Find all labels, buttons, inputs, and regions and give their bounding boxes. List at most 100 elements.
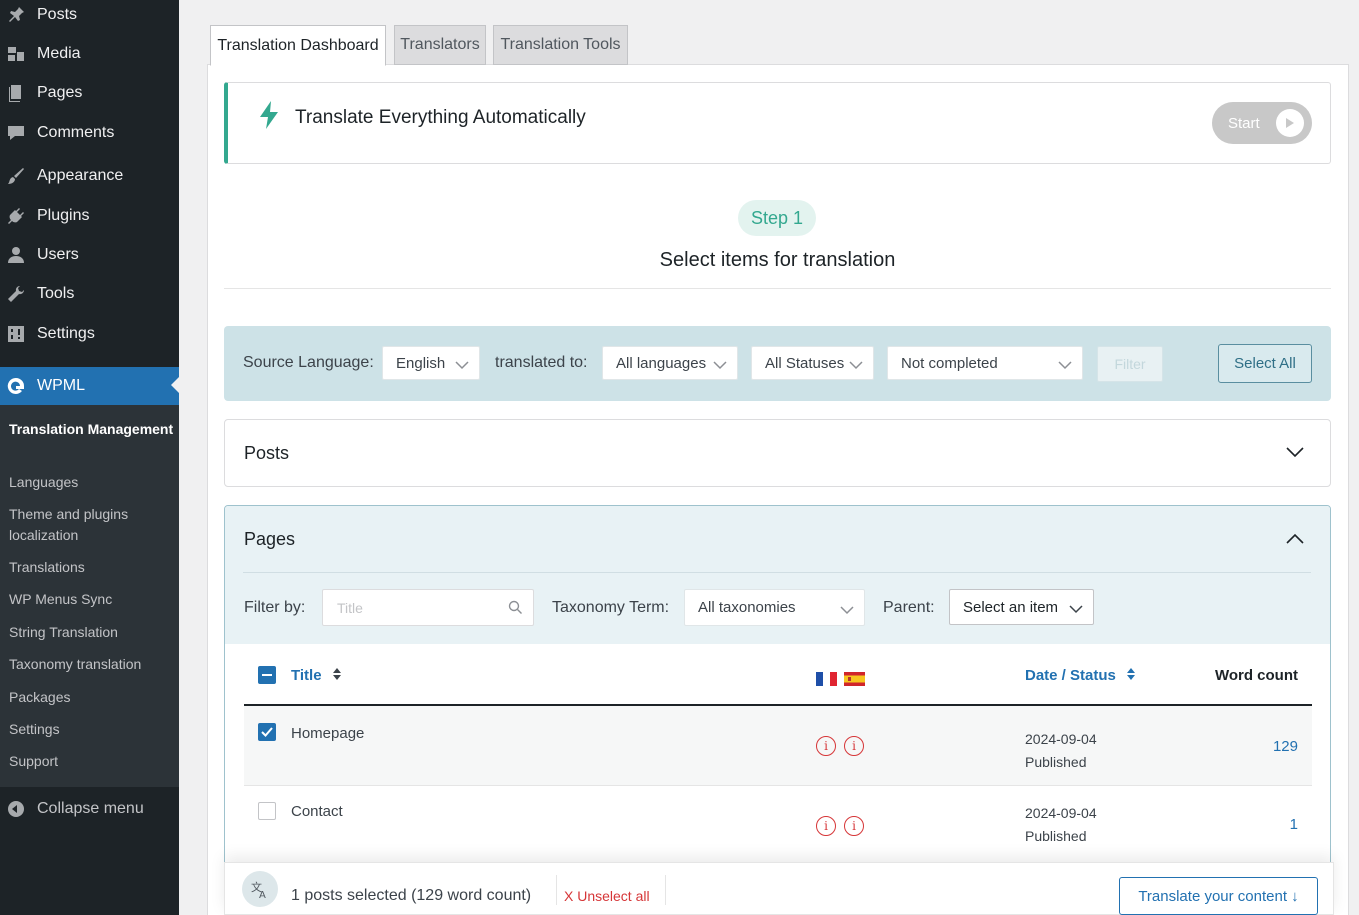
parent-value: Select an item (963, 598, 1059, 616)
table-row[interactable]: Contact i i 2024-09-04 Published 1 (244, 786, 1312, 866)
wpml-icon (6, 376, 26, 396)
row-date-status: 2024-09-04 Published (1025, 802, 1097, 848)
completion-value: Not completed (901, 354, 998, 372)
row-checkbox-checked[interactable] (258, 723, 276, 741)
title-placeholder: Title (337, 599, 363, 616)
row-status: Published (1025, 828, 1087, 844)
menu-item-posts[interactable]: Posts (0, 0, 179, 33)
filter-by-label: Filter by: (244, 599, 306, 616)
menu-item-wpml[interactable]: WPML (0, 367, 179, 405)
submenu-taxonomy-translation[interactable]: Taxonomy translation (9, 654, 174, 675)
row-word-count[interactable]: 129 (1273, 738, 1298, 755)
pages-section-header: Pages Filter by: Title Taxonomy Term: Al… (225, 506, 1330, 644)
sort-icon (332, 667, 342, 685)
submenu-packages[interactable]: Packages (9, 687, 174, 708)
row-status: Published (1025, 754, 1087, 770)
submenu-translation-management[interactable]: Translation Management (9, 419, 174, 440)
admin-sidebar: Posts Media Pages Comments Appearance Pl… (0, 0, 179, 915)
status-select[interactable]: All Statuses (751, 346, 874, 380)
wpml-submenu: Translation Management Languages Theme a… (0, 405, 179, 787)
selection-bottom-bar: 文A 1 posts selected (129 word count) X U… (224, 862, 1334, 915)
completion-select[interactable]: Not completed (887, 346, 1083, 380)
word-count-column-header: Word count (1214, 667, 1298, 684)
lightning-icon (258, 101, 280, 134)
table-header: Title Date / Status Word count (244, 644, 1312, 706)
tab-translation-dashboard[interactable]: Translation Dashboard (210, 25, 386, 66)
french-status-info-icon[interactable]: i (816, 816, 836, 836)
start-toggle-button[interactable]: Start (1212, 102, 1312, 144)
chevron-down-icon (1069, 601, 1083, 618)
pin-icon (6, 5, 26, 25)
svg-text:A: A (259, 890, 266, 899)
select-all-button[interactable]: Select All (1218, 344, 1312, 383)
menu-item-settings[interactable]: Settings (0, 316, 179, 352)
row-checkbox[interactable] (258, 802, 276, 820)
row-title[interactable]: Contact (291, 803, 343, 820)
menu-label: WPML (37, 377, 85, 394)
submenu-support[interactable]: Support (9, 751, 174, 772)
unselect-all-link[interactable]: X Unselect all (564, 888, 650, 904)
brush-icon (6, 166, 26, 186)
taxonomy-term-label: Taxonomy Term: (552, 599, 670, 616)
collapse-label: Collapse menu (37, 800, 144, 817)
chevron-down-icon (455, 357, 469, 374)
submenu-wp-menus-sync[interactable]: WP Menus Sync (9, 589, 174, 610)
start-label: Start (1228, 114, 1260, 132)
row-title[interactable]: Homepage (291, 725, 364, 742)
submenu-theme-plugins[interactable]: Theme and plugins localization (9, 504, 174, 546)
menu-item-plugins[interactable]: Plugins (0, 198, 179, 234)
submenu-settings[interactable]: Settings (9, 719, 174, 740)
select-all-checkbox[interactable] (258, 666, 276, 684)
language-filter-bar: Source Language: English translated to: … (224, 326, 1331, 401)
row-date: 2024-09-04 (1025, 805, 1097, 821)
chevron-up-icon[interactable] (1286, 532, 1304, 550)
menu-label: Settings (37, 325, 95, 342)
menu-item-tools[interactable]: Tools (0, 276, 179, 312)
posts-section[interactable]: Posts (224, 419, 1331, 487)
menu-item-users[interactable]: Users (0, 237, 179, 273)
chevron-down-icon (713, 357, 727, 374)
menu-label: Tools (37, 285, 75, 302)
section-divider (243, 572, 1311, 573)
submenu-languages[interactable]: Languages (9, 472, 174, 493)
submenu-string-translation[interactable]: String Translation (9, 622, 174, 643)
target-languages-select[interactable]: All languages (602, 346, 738, 380)
filter-button[interactable]: Filter (1097, 346, 1163, 382)
table-row[interactable]: Homepage i i 2024-09-04 Published 129 (244, 706, 1312, 786)
sliders-icon (6, 324, 26, 344)
french-status-info-icon[interactable]: i (816, 736, 836, 756)
status-value: All Statuses (765, 354, 845, 372)
row-word-count[interactable]: 1 (1290, 816, 1298, 833)
menu-label: Media (37, 45, 81, 62)
auto-translate-title: Translate Everything Automatically (295, 107, 586, 128)
menu-item-media[interactable]: Media (0, 36, 179, 72)
user-icon (6, 245, 26, 265)
source-language-select[interactable]: English (382, 346, 480, 380)
tab-translators[interactable]: Translators (394, 25, 486, 65)
search-icon (508, 600, 523, 618)
step-badge: Step 1 (738, 200, 816, 236)
spanish-status-info-icon[interactable]: i (844, 736, 864, 756)
tab-translation-tools[interactable]: Translation Tools (493, 25, 628, 65)
menu-item-comments[interactable]: Comments (0, 115, 179, 151)
taxonomy-select[interactable]: All taxonomies (684, 589, 865, 626)
media-icon (6, 44, 26, 64)
submenu-translations[interactable]: Translations (9, 557, 174, 578)
menu-item-pages[interactable]: Pages (0, 75, 179, 111)
sort-icon (1126, 667, 1136, 685)
title-column-header[interactable]: Title (291, 667, 342, 685)
menu-label: Appearance (37, 167, 124, 184)
collapse-menu-button[interactable]: Collapse menu (0, 791, 179, 827)
translate-content-button[interactable]: Translate your content ↓ (1119, 877, 1318, 915)
chevron-down-icon[interactable] (1286, 445, 1304, 463)
spanish-status-info-icon[interactable]: i (844, 816, 864, 836)
menu-label: Comments (37, 124, 115, 141)
date-status-column-header[interactable]: Date / Status (1025, 667, 1136, 685)
comment-icon (6, 123, 26, 143)
title-search-input[interactable]: Title (322, 589, 534, 626)
parent-select[interactable]: Select an item (949, 589, 1094, 625)
pages-section: Pages Filter by: Title Taxonomy Term: Al… (224, 505, 1331, 915)
taxonomy-value: All taxonomies (698, 599, 796, 616)
translate-icon: 文A (242, 871, 278, 907)
menu-item-appearance[interactable]: Appearance (0, 158, 179, 194)
